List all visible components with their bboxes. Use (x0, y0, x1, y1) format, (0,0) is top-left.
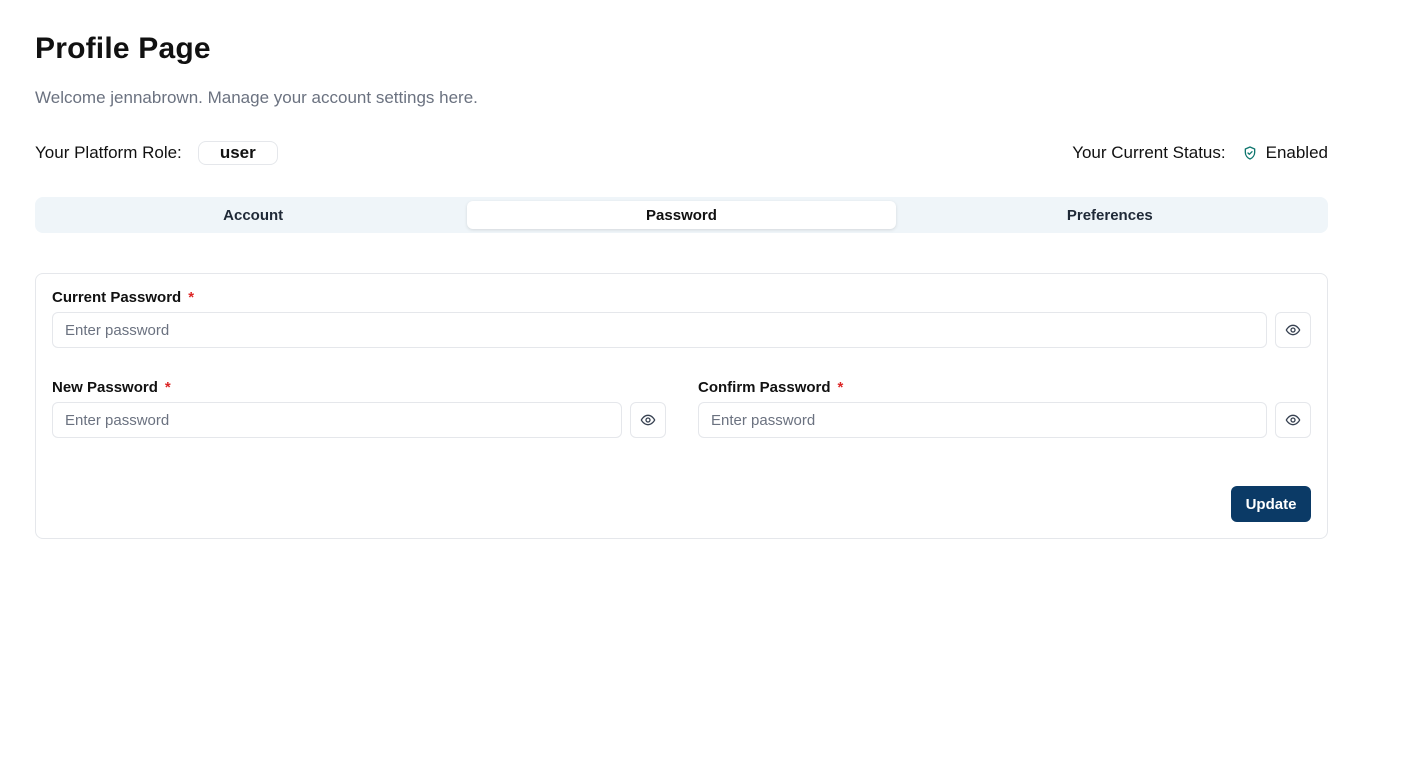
required-marker: * (837, 379, 844, 396)
current-status-label: Your Current Status: (1072, 143, 1226, 162)
tab-password[interactable]: Password (467, 201, 896, 229)
role-badge: user (197, 141, 278, 165)
shield-check-icon (1242, 145, 1258, 161)
required-marker: * (164, 379, 171, 396)
new-password-label: New Password * (52, 379, 171, 396)
current-password-input[interactable] (52, 312, 1267, 348)
status-badge: Enabled (1265, 143, 1328, 162)
new-password-label-text: New Password (52, 379, 158, 396)
settings-tabs: Account Password Preferences (35, 197, 1328, 233)
eye-icon (1285, 412, 1301, 428)
required-marker: * (188, 289, 195, 306)
password-form-card: Current Password * New Password * Confir… (35, 273, 1328, 539)
page-title: Profile Page (35, 32, 211, 65)
toggle-current-password-button[interactable] (1275, 312, 1311, 348)
platform-role: Your Platform Role: user (35, 141, 278, 165)
platform-role-label: Your Platform Role: (35, 143, 182, 162)
confirm-password-label: Confirm Password * (698, 379, 843, 396)
profile-page: Profile Page Welcome jennabrown. Manage … (0, 0, 1426, 771)
tab-account[interactable]: Account (39, 201, 467, 229)
eye-icon (640, 412, 656, 428)
current-password-label-text: Current Password (52, 289, 182, 306)
confirm-password-input[interactable] (698, 402, 1267, 438)
welcome-text: Welcome jennabrown. Manage your account … (35, 88, 478, 107)
update-button[interactable]: Update (1231, 486, 1311, 522)
toggle-confirm-password-button[interactable] (1275, 402, 1311, 438)
current-password-label: Current Password * (52, 289, 194, 306)
confirm-password-label-text: Confirm Password (698, 379, 831, 396)
new-password-input[interactable] (52, 402, 622, 438)
toggle-new-password-button[interactable] (630, 402, 666, 438)
current-status: Your Current Status: Enabled (1072, 141, 1328, 165)
tab-preferences[interactable]: Preferences (896, 201, 1324, 229)
eye-icon (1285, 322, 1301, 338)
